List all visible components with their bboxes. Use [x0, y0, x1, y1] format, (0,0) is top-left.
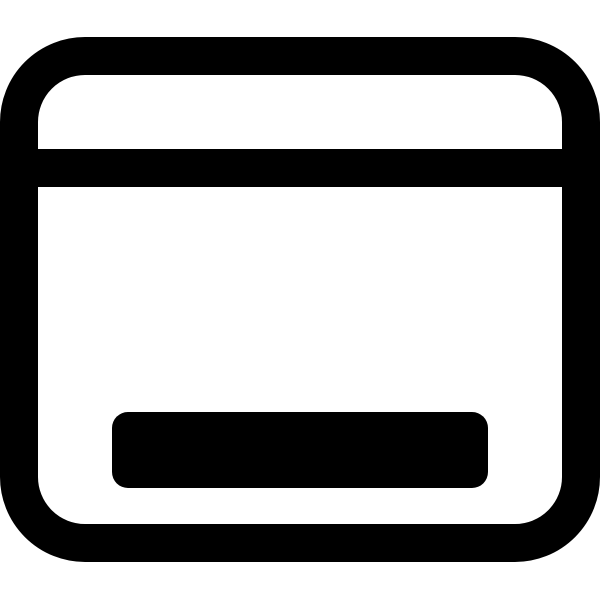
title-bar-divider — [19, 149, 581, 187]
browser-window-icon — [0, 37, 600, 562]
bottom-bar — [112, 412, 488, 488]
icon-canvas — [0, 0, 600, 600]
